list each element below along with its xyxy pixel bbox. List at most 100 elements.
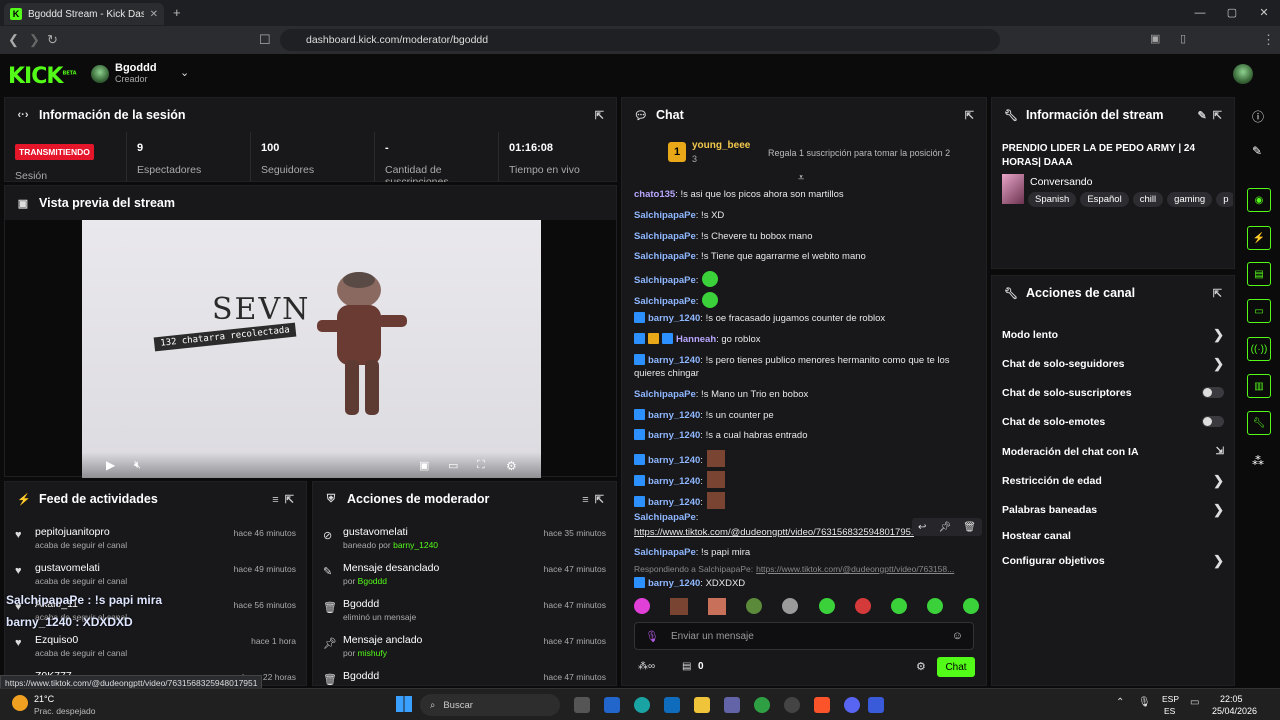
chat-username[interactable]: barny_1240 xyxy=(648,578,700,589)
app-icon[interactable] xyxy=(784,697,800,713)
chat-message[interactable]: SalchipapaPe: !s Chevere tu bobox mano xyxy=(634,230,974,243)
reply-link[interactable]: https://www.tiktok.com/@dudeongptt/video… xyxy=(756,564,954,574)
popout-icon[interactable]: ⇱ xyxy=(1213,287,1222,300)
rail-lightning-icon[interactable]: ⚡ xyxy=(1247,226,1271,250)
teams-icon[interactable] xyxy=(724,697,740,713)
gifter-name[interactable]: young_beee xyxy=(692,140,750,151)
chat-username[interactable]: barny_1240 xyxy=(648,476,700,487)
chat-link[interactable]: https://www.tiktok.com/@dudeongptt/video… xyxy=(634,526,914,539)
theater-icon[interactable]: ▭ xyxy=(448,459,458,472)
maximize-icon[interactable]: ▢ xyxy=(1216,0,1248,26)
chat-message[interactable]: barny_1240: xyxy=(634,450,974,467)
goals-row[interactable]: Configurar objetivos ❯ xyxy=(992,546,1234,575)
chat-username[interactable]: SalchipapaPe xyxy=(634,512,696,523)
active-app-icon[interactable] xyxy=(868,697,884,713)
popout-icon[interactable]: ⇱ xyxy=(595,109,604,122)
store-icon[interactable]: ▤ xyxy=(682,661,691,672)
chat-message[interactable]: chato135: !s asi que los picos ahora son… xyxy=(634,188,974,201)
rail-wrench-icon[interactable]: 🔧︎ xyxy=(1247,411,1271,435)
chat-message[interactable]: barny_1240: !s a cual habras entrado xyxy=(634,429,974,442)
scroll-down-icon[interactable]: ⩡ xyxy=(798,172,804,185)
mute-icon[interactable]: 🔇︎ xyxy=(134,459,141,472)
kick-logo[interactable]: KICKBETA xyxy=(8,64,77,89)
emote-icon[interactable] xyxy=(818,598,835,614)
forward-icon[interactable]: ❯ xyxy=(29,32,40,48)
emotes-only-toggle[interactable] xyxy=(1202,416,1224,427)
chat-username[interactable]: barny_1240 xyxy=(648,430,700,441)
pin-icon[interactable]: 📌︎ xyxy=(938,522,951,533)
chat-message[interactable]: SalchipapaPe: !s papi mira xyxy=(634,546,974,559)
chat-message[interactable]: barny_1240: !s oe fracasado jugamos coun… xyxy=(634,312,974,325)
emote-icon[interactable] xyxy=(708,598,727,615)
chat-message[interactable]: Hanneah: go roblox xyxy=(634,333,974,346)
chat-message[interactable]: SalchipapaPe: xyxy=(634,271,974,287)
rail-chat-icon[interactable]: ▭ xyxy=(1247,299,1271,323)
chat-message[interactable]: barny_1240: xyxy=(634,471,974,488)
chat-message[interactable]: SalchipapaPe: !s Mano un Trio en bobox xyxy=(634,388,974,401)
sidebar-icon[interactable]: ▯ xyxy=(1180,32,1186,45)
user-avatar[interactable] xyxy=(1233,64,1253,84)
menu-icon[interactable]: ⋮ xyxy=(1262,32,1275,48)
brave-icon[interactable] xyxy=(814,697,830,713)
chat-username[interactable]: SalchipapaPe xyxy=(634,547,696,558)
app-icon[interactable] xyxy=(604,697,620,713)
windows-start-icon[interactable] xyxy=(396,696,412,712)
info-icon[interactable]: ⓘ xyxy=(1252,108,1264,125)
chat-username[interactable]: SalchipapaPe xyxy=(634,251,696,262)
subs-only-toggle[interactable] xyxy=(1202,387,1224,398)
play-icon[interactable]: ▶ xyxy=(106,458,115,472)
explorer-icon[interactable] xyxy=(694,697,710,713)
emote-icon[interactable] xyxy=(926,598,943,614)
chat-username[interactable]: SalchipapaPe xyxy=(634,275,696,286)
chat-message[interactable]: barny_1240: !s un counter pe xyxy=(634,409,974,422)
mic-icon[interactable]: 🎙︎ xyxy=(645,630,659,643)
chat-username[interactable]: Hanneah xyxy=(676,334,716,345)
emote-icon[interactable] xyxy=(782,598,799,614)
chat-username[interactable]: SalchipapaPe xyxy=(634,210,696,221)
outlook-icon[interactable] xyxy=(664,697,680,713)
mod-action-by[interactable]: Bgoddd xyxy=(358,576,387,586)
edit-icon[interactable]: ✎ ⇱ xyxy=(1197,109,1222,122)
rail-apps-icon[interactable]: ⁂ xyxy=(1252,454,1264,468)
slow-mode-row[interactable]: Modo lento ❯ xyxy=(992,320,1234,349)
followers-only-row[interactable]: Chat de solo-seguidores ❯ xyxy=(992,349,1234,378)
emote-icon[interactable] xyxy=(746,598,763,614)
reply-icon[interactable]: ↩ xyxy=(918,522,926,533)
rail-document-icon[interactable]: ▤ xyxy=(1247,262,1271,286)
emote-icon[interactable] xyxy=(962,598,979,614)
chat-message[interactable]: barny_1240: !s pero tienes publico menor… xyxy=(634,354,974,380)
chat-username[interactable]: barny_1240 xyxy=(648,455,700,466)
chat-message[interactable]: SalchipapaPe: xyxy=(634,292,974,308)
chat-username[interactable]: barny_1240 xyxy=(648,410,700,421)
chevron-down-icon[interactable]: ⌄ xyxy=(180,66,189,79)
minimize-icon[interactable]: — xyxy=(1184,0,1216,26)
bookmark-icon[interactable]: ☐ xyxy=(259,32,271,48)
close-tab-icon[interactable]: ✕ xyxy=(150,9,158,20)
chat-username[interactable]: barny_1240 xyxy=(648,313,700,324)
chat-message[interactable]: SalchipapaPe: !s Tiene que agarrarme el … xyxy=(634,250,974,263)
emoji-icon[interactable]: ☺ xyxy=(952,630,963,642)
discord-icon[interactable] xyxy=(844,697,860,713)
chat-username[interactable]: SalchipapaPe xyxy=(634,296,696,307)
ai-moderation-row[interactable]: Moderación del chat con IA ⇲ xyxy=(992,437,1234,466)
url-bar[interactable]: dashboard.kick.com/moderator/bgoddd xyxy=(280,29,1000,51)
pencil-icon[interactable]: ✎ xyxy=(1252,144,1262,158)
close-window-icon[interactable]: ✕ xyxy=(1248,0,1280,26)
emote-icon[interactable] xyxy=(634,598,650,614)
tray-chevron-icon[interactable]: ⌃ xyxy=(1116,697,1124,708)
banned-words-row[interactable]: Palabras baneadas ❯ xyxy=(992,495,1234,524)
mic-tray-icon[interactable]: 🎙︎ xyxy=(1138,697,1151,708)
rail-camera-icon[interactable]: ◉ xyxy=(1247,188,1271,212)
chat-message[interactable]: barny_1240: XDXDXD Respondiendo a Salchip… xyxy=(634,564,974,590)
network-icon[interactable]: ▭ xyxy=(1190,697,1199,708)
clock-time[interactable]: 22:05 xyxy=(1220,694,1243,704)
loyalty-icon[interactable]: ⁂∞ xyxy=(638,661,655,672)
chat-username[interactable]: barny_1240 xyxy=(648,497,700,508)
channel-avatar[interactable] xyxy=(91,65,109,83)
taskbar-search[interactable]: ⌕ Buscar xyxy=(420,694,560,716)
emote-icon[interactable] xyxy=(670,598,689,615)
mod-action-by[interactable]: barny_1240 xyxy=(393,540,438,550)
chat-input[interactable]: 🎙︎ Enviar un mensaje ☺ xyxy=(634,622,974,650)
extensions-icon[interactable]: ▣ xyxy=(1150,32,1160,45)
chat-message[interactable]: barny_1240: xyxy=(634,492,974,509)
